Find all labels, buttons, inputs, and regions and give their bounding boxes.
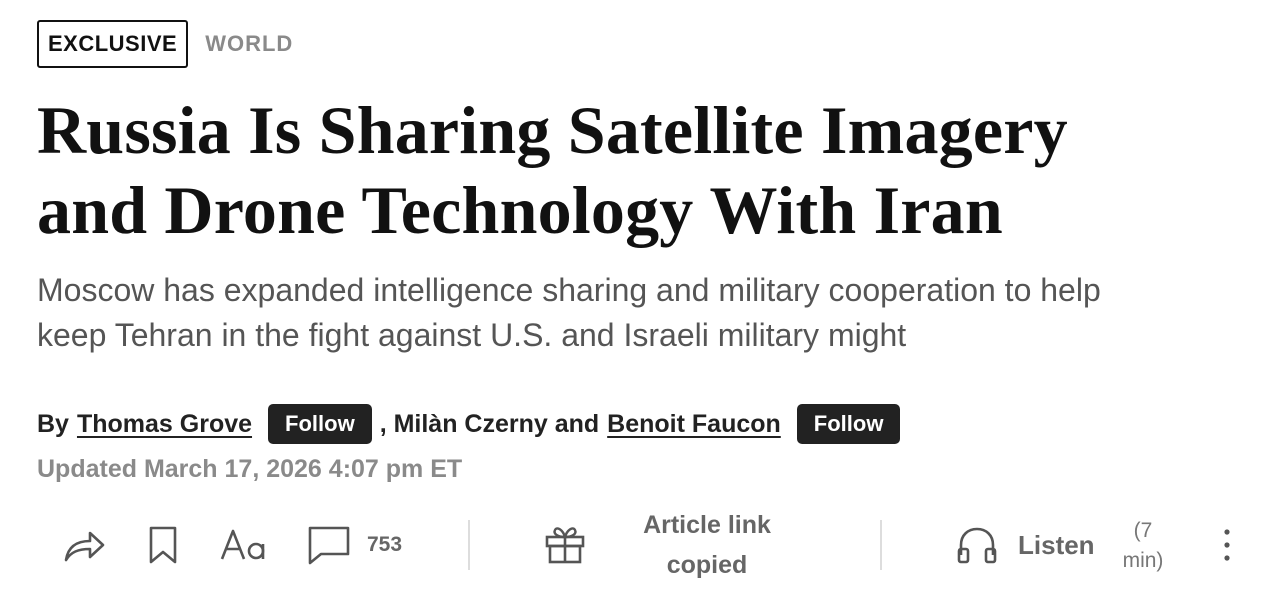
byline: By Thomas Grove Follow , Milàn Czerny an… <box>37 404 901 444</box>
bookmark-button[interactable] <box>148 510 178 580</box>
more-options-button[interactable] <box>1217 510 1237 580</box>
link-copied-message: Article link copied <box>627 505 787 579</box>
section-link-world[interactable]: WORLD <box>205 31 293 57</box>
listen-button[interactable]: Listen <box>956 510 1095 580</box>
dek-line-1: Moscow has expanded intelligence sharing… <box>37 272 1101 308</box>
dek: Moscow has expanded intelligence sharing… <box>37 268 1259 358</box>
toolbar-divider <box>880 520 882 570</box>
byline-coauthors: , Milàn Czerny and <box>379 409 600 438</box>
gift-article-button[interactable] <box>544 510 586 580</box>
share-icon <box>64 531 105 562</box>
follow-button-thomas-grove[interactable]: Follow <box>268 404 372 444</box>
byline-by: By <box>37 409 69 438</box>
duration-line-1: (7 <box>1133 519 1153 542</box>
article-tags: EXCLUSIVE WORLD <box>37 20 1259 68</box>
link-copied-line-2: copied <box>666 551 748 579</box>
duration-line-2: min) <box>1122 549 1164 572</box>
article-header: EXCLUSIVE WORLD Russia Is Sharing Satell… <box>37 20 1259 358</box>
author-link-thomas-grove[interactable]: Thomas Grove <box>77 410 252 439</box>
toolbar-divider <box>468 520 470 570</box>
more-vertical-icon <box>1224 529 1230 561</box>
headline-line-1: Russia Is Sharing Satellite Imagery <box>37 92 1068 168</box>
text-size-button[interactable] <box>220 510 268 580</box>
comments-button[interactable]: 753 <box>307 510 402 580</box>
headphones-icon <box>957 527 997 564</box>
comment-icon <box>308 526 350 565</box>
link-copied-line-1: Article link <box>643 511 771 539</box>
comment-count: 753 <box>367 533 403 556</box>
headline-line-2: and Drone Technology With Iran <box>37 172 1003 248</box>
share-button[interactable] <box>62 510 106 580</box>
text-size-icon <box>220 529 265 560</box>
headline: Russia Is Sharing Satellite Imagery and … <box>37 90 1259 250</box>
article-toolbar: 753 Article link copied Listen (7 min) <box>37 510 1262 580</box>
exclusive-badge: EXCLUSIVE <box>37 20 189 68</box>
updated-timestamp: Updated March 17, 2026 4:07 pm ET <box>37 455 463 483</box>
listen-label: Listen <box>1018 529 1095 560</box>
gift-icon <box>545 527 585 564</box>
dek-line-2: keep Tehran in the fight against U.S. an… <box>37 317 907 353</box>
listen-duration: (7 min) <box>1115 516 1171 576</box>
follow-button-benoit-faucon[interactable]: Follow <box>796 404 901 444</box>
bookmark-icon <box>149 526 177 564</box>
author-link-benoit-faucon[interactable]: Benoit Faucon <box>607 410 781 439</box>
